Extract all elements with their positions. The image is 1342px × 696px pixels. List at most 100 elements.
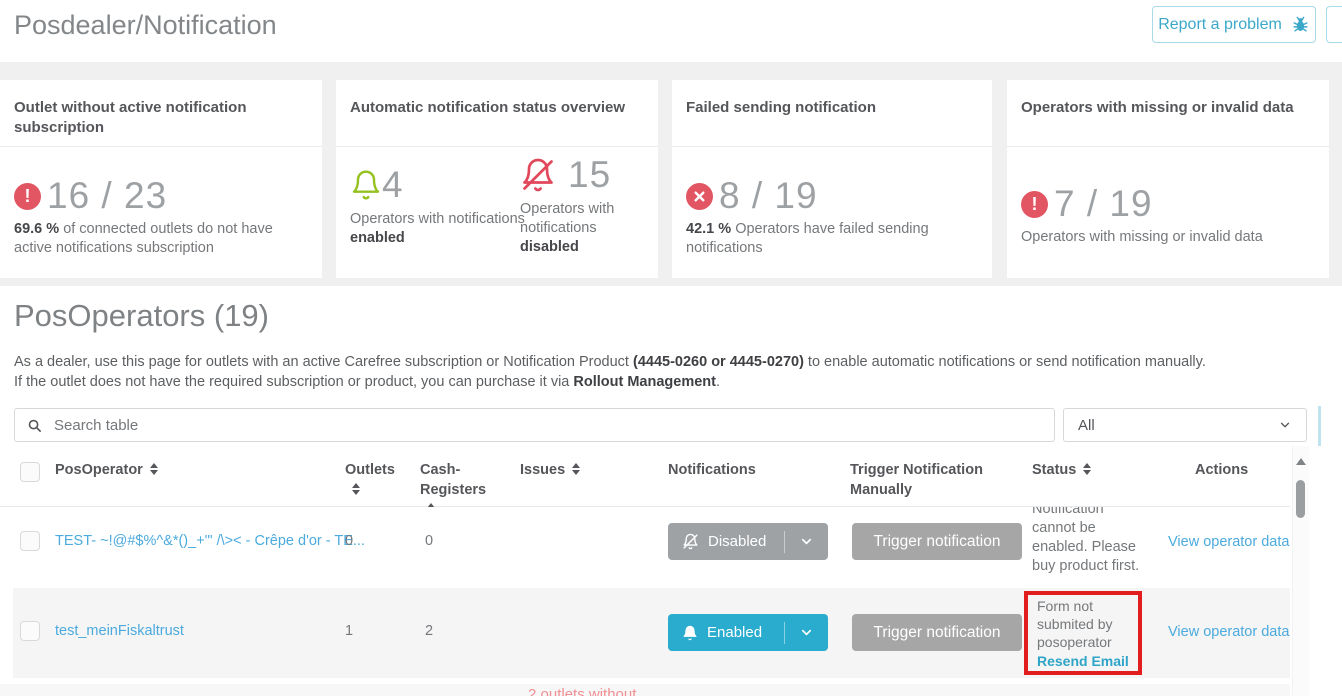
card-percent: 69.6 % <box>14 221 59 237</box>
section-description: As a dealer, use this page for outlets w… <box>14 352 1206 392</box>
enabled-count: 4 <box>382 164 404 206</box>
cash-registers-value: 2 <box>425 623 433 639</box>
chevron-down-icon <box>1278 418 1292 432</box>
section-title: PosOperators (19) <box>14 298 269 334</box>
row-checkbox[interactable] <box>20 531 40 551</box>
table-filter-select[interactable]: All <box>1063 408 1307 442</box>
card-title: Failed sending notification <box>686 98 876 118</box>
state-label: Disabled <box>708 533 766 550</box>
column-label: Status <box>1032 462 1076 478</box>
desc-product-codes: (4445-0260 or 4445-0270) <box>633 354 804 370</box>
column-header-issues[interactable]: Issues <box>520 460 580 480</box>
filter-value: All <box>1078 417 1095 434</box>
report-problem-button[interactable]: Report a problem <box>1152 6 1316 43</box>
enabled-label: Operators with notifications enabled <box>350 210 525 248</box>
column-label: Cash-Registers <box>420 462 486 498</box>
card-stat: 8 / 19 <box>686 175 818 217</box>
column-header-trigger: Trigger Notification Manually <box>850 460 992 500</box>
trigger-notification-button[interactable]: Trigger notification <box>852 523 1022 560</box>
divider <box>672 146 992 147</box>
column-header-posoperator[interactable]: PosOperator <box>55 460 158 480</box>
card-notification-status-overview: Automatic notification status overview 4… <box>336 80 658 278</box>
posoperator-link[interactable]: test_meinFiskaltrust <box>55 623 184 639</box>
row-checkbox[interactable] <box>20 621 40 641</box>
column-header-actions: Actions <box>1195 460 1248 480</box>
disabled-stat: 15 <box>520 154 611 196</box>
card-title: Outlet without active notification subsc… <box>14 98 264 138</box>
outlets-value: 1 <box>345 623 353 639</box>
table-row: TEST- ~!@#$%^&*()_+'" /\>< - Crêpe d'or … <box>0 507 1290 587</box>
cash-registers-value: 0 <box>425 533 433 549</box>
divider <box>0 146 322 147</box>
status-highlight-box: Form not submited by posoperator Resend … <box>1024 591 1142 675</box>
column-label: Outlets <box>345 462 395 478</box>
enabled-label-text: Operators with notifications <box>350 211 525 227</box>
card-missing-invalid-data: Operators with missing or invalid data !… <box>1007 80 1329 278</box>
view-operator-data-link[interactable]: View operator data <box>1168 624 1289 640</box>
posoperators-section: PosOperators (19) As a dealer, use this … <box>0 286 1342 696</box>
divider <box>336 146 658 147</box>
card-title: Operators with missing or invalid data <box>1021 98 1294 118</box>
resend-email-link[interactable]: Resend Email <box>1037 652 1138 670</box>
desc-text: If the outlet does not have the required… <box>14 374 573 390</box>
card-outlets-without-subscription: Outlet without active notification subsc… <box>0 80 322 278</box>
select-all-checkbox[interactable] <box>20 462 40 482</box>
chevron-down-icon[interactable] <box>785 625 828 640</box>
table-row: test_meinFiskaltrust 1 2 Enabled <box>13 588 1290 678</box>
chevron-down-icon[interactable] <box>785 534 828 549</box>
notification-state-button[interactable]: Enabled <box>668 614 828 651</box>
sort-icon <box>352 483 360 495</box>
outlets-value: 0 <box>345 533 353 549</box>
column-header-outlets[interactable]: Outlets <box>345 460 403 500</box>
table-header: PosOperator Outlets Cash-Registers Issue… <box>0 446 1290 507</box>
next-row-partial: 2 outlets without <box>0 684 1290 696</box>
status-text: Form not submited by posoperator <box>1037 598 1112 650</box>
column-header-status[interactable]: Status <box>1032 460 1091 480</box>
bell-off-icon <box>520 157 556 193</box>
disabled-label-text: Operators with notifications <box>520 201 614 236</box>
posdealer-notification-page: Posdealer/Notification Report a problem … <box>0 0 1342 696</box>
view-operator-data-link[interactable]: View operator data <box>1168 534 1289 550</box>
desc-text: . <box>716 374 720 390</box>
search-input[interactable] <box>52 416 1042 435</box>
table-scrollbar[interactable] <box>1292 446 1309 696</box>
disabled-count: 15 <box>568 154 611 196</box>
report-problem-label: Report a problem <box>1158 16 1282 34</box>
card-stat: ! 7 / 19 <box>1021 183 1153 225</box>
card-description: 42.1 % Operators have failed sending not… <box>686 220 966 258</box>
table-search <box>14 408 1055 442</box>
enabled-label-bold: enabled <box>350 230 405 246</box>
notification-state-button[interactable]: Disabled <box>668 523 828 560</box>
card-description: 69.6 % of connected outlets do not have … <box>14 220 314 258</box>
bell-off-icon <box>682 533 699 550</box>
partial-row-text: 2 outlets without <box>528 686 636 696</box>
alert-circle-icon: ! <box>14 183 41 210</box>
desc-text: to enable automatic notifications or sen… <box>804 354 1206 370</box>
card-description: Operators with missing or invalid data <box>1021 228 1321 247</box>
scroll-up-arrow-icon[interactable] <box>1296 458 1306 465</box>
divider <box>1007 146 1329 147</box>
column-label: PosOperator <box>55 462 143 478</box>
partial-offscreen-button[interactable] <box>1326 6 1342 43</box>
search-icon <box>27 418 42 433</box>
divider <box>1318 406 1321 446</box>
enabled-stat: 4 <box>350 164 404 206</box>
page-title: Posdealer/Notification <box>14 10 277 41</box>
bell-icon <box>682 625 698 641</box>
x-circle-icon <box>686 183 713 210</box>
column-header-notifications: Notifications <box>668 460 756 480</box>
card-stat: ! 16 / 23 <box>14 175 167 217</box>
sort-icon <box>150 463 158 475</box>
card-value: 16 / 23 <box>47 175 167 217</box>
trigger-notification-button[interactable]: Trigger notification <box>852 614 1022 651</box>
card-value: 7 / 19 <box>1054 183 1153 225</box>
card-failed-sending: Failed sending notification 8 / 19 42.1 … <box>672 80 992 278</box>
desc-rollout-management: Rollout Management <box>573 374 716 390</box>
card-value: 8 / 19 <box>719 175 818 217</box>
posoperator-link[interactable]: TEST- ~!@#$%^&*()_+'" /\>< - Crêpe d'or … <box>55 533 365 549</box>
card-percent: 42.1 % <box>686 221 731 237</box>
sort-icon <box>572 463 580 475</box>
column-label: Issues <box>520 462 565 478</box>
bug-icon <box>1291 15 1310 34</box>
scrollbar-thumb[interactable] <box>1296 480 1305 518</box>
